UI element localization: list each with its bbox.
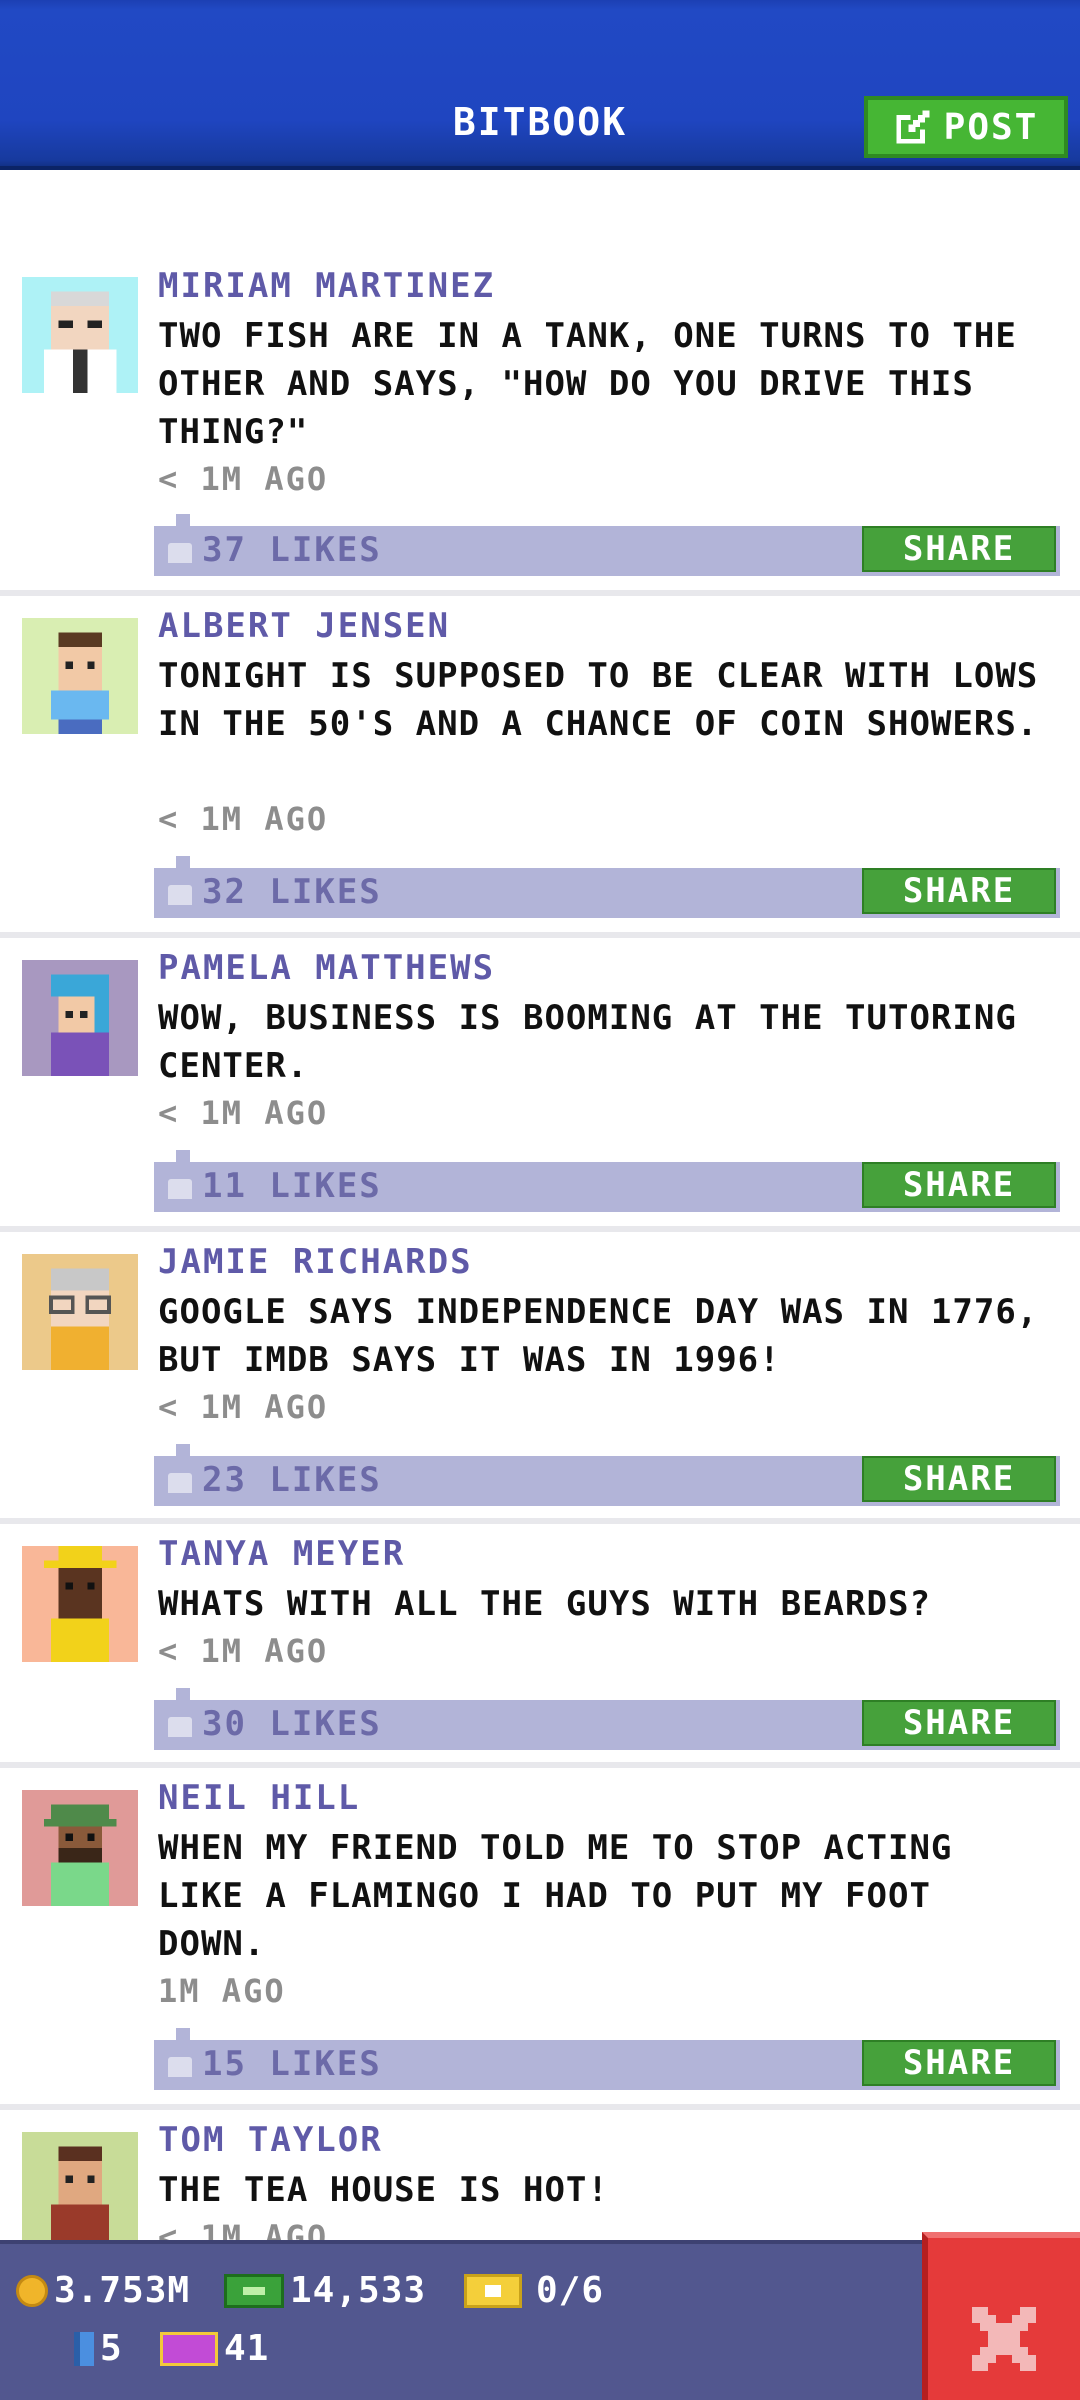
feed-post: TOM TAYLOR THE TEA HOUSE IS HOT! < 1M AG…	[0, 2110, 1080, 2240]
post-author: JAMIE RICHARDS	[158, 1242, 473, 1282]
close-icon	[972, 2307, 1036, 2371]
share-button[interactable]: SHARE	[862, 868, 1056, 914]
ticket-icon	[464, 2273, 522, 2308]
likes-bar: 23 LIKES SHARE	[154, 1444, 1060, 1506]
feed-post: NEIL HILL WHEN MY FRIEND TOLD ME TO STOP…	[0, 1768, 1080, 2110]
share-button[interactable]: SHARE	[862, 526, 1056, 572]
avatar	[22, 1790, 138, 1906]
share-button[interactable]: SHARE	[862, 1162, 1056, 1208]
avatar	[22, 277, 138, 393]
post-time: < 1M AGO	[158, 800, 329, 838]
post-time: < 1M AGO	[158, 460, 329, 498]
thumbs-up-icon	[168, 1473, 192, 1493]
app-header: BITBOOK POST	[0, 0, 1080, 170]
avatar	[22, 2132, 138, 2240]
thumbs-up-icon	[168, 543, 192, 563]
post-author: MIRIAM MARTINEZ	[158, 266, 496, 306]
post-author: PAMELA MATTHEWS	[158, 948, 496, 988]
post-author: ALBERT JENSEN	[158, 606, 451, 646]
post-text: THE TEA HOUSE IS HOT!	[158, 2170, 609, 2210]
coin-icon	[16, 2274, 48, 2307]
currency-bar: 3.753M 14,533 0/6 5 41	[0, 2240, 1080, 2400]
share-button[interactable]: SHARE	[862, 2040, 1056, 2086]
thumbs-up-icon	[168, 1179, 192, 1199]
likes-bar: 11 LIKES SHARE	[154, 1150, 1060, 1212]
post-button-label: POST	[943, 106, 1039, 148]
post-text: WHATS WITH ALL THE GUYS WITH BEARDS?	[158, 1584, 931, 1624]
like-count[interactable]: 15 LIKES	[168, 2044, 382, 2084]
tickets-stat: 0/6	[464, 2270, 604, 2311]
post-time: < 1M AGO	[158, 1388, 329, 1426]
bux-stat: 14,533	[224, 2270, 426, 2311]
post-text: WOW, BUSINESS IS BOOMING AT THE TUTORING…	[158, 998, 1017, 1086]
bux-icon	[224, 2273, 284, 2308]
post-time: < 1M AGO	[158, 1632, 329, 1670]
like-count[interactable]: 30 LIKES	[168, 1704, 382, 1744]
likes-bar: 37 LIKES SHARE	[154, 514, 1060, 576]
thumbs-up-icon	[168, 2057, 192, 2077]
post-author: TANYA MEYER	[158, 1534, 406, 1574]
post-author: TOM TAYLOR	[158, 2120, 383, 2160]
post-author: NEIL HILL	[158, 1778, 361, 1818]
post-text: TONIGHT IS SUPPOSED TO BE CLEAR WITH LOW…	[158, 656, 1039, 744]
avatar	[22, 1254, 138, 1370]
share-button[interactable]: SHARE	[862, 1700, 1056, 1746]
close-button[interactable]	[922, 2232, 1080, 2400]
thumbs-up-icon	[168, 1717, 192, 1737]
gems-stat: 5	[74, 2328, 123, 2369]
post-time: 1M AGO	[158, 1972, 286, 2010]
post-text: GOOGLE SAYS INDEPENDENCE DAY WAS IN 1776…	[158, 1292, 1039, 1380]
avatar	[22, 1546, 138, 1662]
post-text: WHEN MY FRIEND TOLD ME TO STOP ACTING LI…	[158, 1828, 953, 1964]
coins-stat: 3.753M	[16, 2270, 190, 2311]
feed-post: TANYA MEYER WHATS WITH ALL THE GUYS WITH…	[0, 1524, 1080, 1768]
like-count[interactable]: 37 LIKES	[168, 530, 382, 570]
like-count[interactable]: 32 LIKES	[168, 872, 382, 912]
like-count[interactable]: 11 LIKES	[168, 1166, 382, 1206]
post-time: < 1M AGO	[158, 1094, 329, 1132]
post-text: TWO FISH ARE IN A TANK, ONE TURNS TO THE…	[158, 316, 1017, 452]
feed-post: JAMIE RICHARDS GOOGLE SAYS INDEPENDENCE …	[0, 1232, 1080, 1524]
edit-icon	[896, 110, 930, 144]
feed-post: ALBERT JENSEN TONIGHT IS SUPPOSED TO BE …	[0, 596, 1080, 938]
like-count[interactable]: 23 LIKES	[168, 1460, 382, 1500]
share-button[interactable]: SHARE	[862, 1456, 1056, 1502]
feed-post: MIRIAM MARTINEZ TWO FISH ARE IN A TANK, …	[0, 170, 1080, 596]
post-button[interactable]: POST	[864, 96, 1068, 158]
feed-list[interactable]: MIRIAM MARTINEZ TWO FISH ARE IN A TANK, …	[0, 170, 1080, 2240]
post-time: < 1M AGO	[158, 2218, 329, 2240]
vip-icon	[160, 2331, 218, 2366]
gem-icon	[74, 2331, 94, 2366]
vip-stat: 41	[160, 2328, 269, 2369]
thumbs-up-icon	[168, 885, 192, 905]
avatar	[22, 618, 138, 734]
avatar	[22, 960, 138, 1076]
likes-bar: 15 LIKES SHARE	[154, 2028, 1060, 2090]
feed-post: PAMELA MATTHEWS WOW, BUSINESS IS BOOMING…	[0, 938, 1080, 1232]
likes-bar: 32 LIKES SHARE	[154, 856, 1060, 918]
likes-bar: 30 LIKES SHARE	[154, 1688, 1060, 1750]
